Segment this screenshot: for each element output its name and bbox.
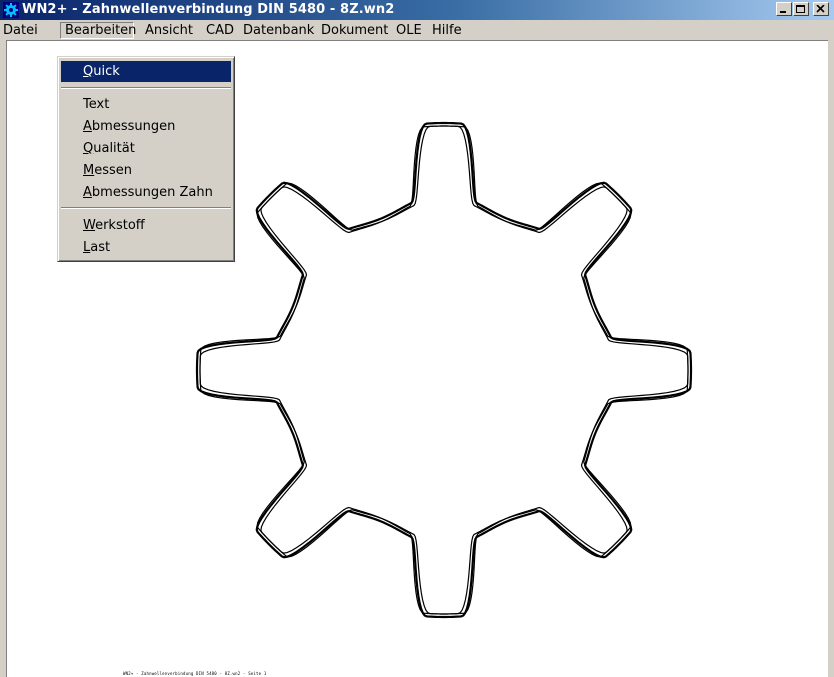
menu-bearbeiten[interactable]: Bearbeiten [60,22,136,39]
mnemonic: W [83,218,96,233]
maximize-icon [796,5,805,13]
menu-item-text[interactable]: Text [61,94,231,115]
menu-datenbank[interactable]: Datenbank [241,22,316,39]
label: essen [94,163,132,178]
menu-item-werkstoff[interactable]: Werkstoff [61,215,231,236]
mnemonic: A [83,185,92,200]
menu-ansicht[interactable]: Ansicht [143,22,195,39]
mnemonic: M [83,163,95,178]
label: bmessungen [91,119,176,134]
label: ast [90,240,111,255]
menu-cad[interactable]: CAD [204,22,236,39]
menu-hilfe[interactable]: Hilfe [430,22,464,39]
label: ualität [93,141,135,156]
gear-tolerance-line [199,125,689,615]
menu-item-quick[interactable]: Quick [61,61,231,82]
menu-separator [61,87,231,89]
maximize-button[interactable] [793,2,809,16]
mnemonic: Q [83,141,94,156]
mnemonic: Q [83,64,94,79]
menu-item-abmessungen[interactable]: Abmessungen [61,116,231,137]
minimize-button[interactable] [776,2,792,16]
minimize-icon [780,11,786,13]
menu-item-abmessungen-zahn[interactable]: Abmessungen Zahn [61,182,231,203]
label: Text [83,97,110,112]
menu-dokument[interactable]: Dokument [319,22,390,39]
menu-item-messen[interactable]: Messen [61,160,231,181]
menu-separator [61,207,231,209]
window-title: WN2+ - Zahnwellenverbindung DIN 5480 - 8… [22,2,395,17]
footer-caption: WN2+ - Zahnwellenverbindung DIN 5480 - 8… [123,671,267,676]
menu-datei[interactable]: Datei [1,22,40,39]
label: erkstoff [95,218,145,233]
close-button[interactable] [813,2,829,16]
gear-app-icon[interactable] [3,2,19,18]
label: uick [93,64,120,79]
menu-bar: Datei Bearbeiten Ansicht CAD Datenbank D… [0,20,834,40]
title-bar[interactable]: WN2+ - Zahnwellenverbindung DIN 5480 - 8… [0,0,834,20]
menu-ole[interactable]: OLE [394,22,424,39]
gear-tolerance-line [199,125,689,615]
gear-profile [195,121,693,619]
menu-item-qualitaet[interactable]: Qualität [61,138,231,159]
bearbeiten-dropdown-menu: Quick Text Abmessungen Qualität Messen A… [57,56,235,262]
application-window: WN2+ - Zahnwellenverbindung DIN 5480 - 8… [0,0,834,677]
close-icon [816,5,825,13]
menu-item-last[interactable]: Last [61,237,231,258]
label: bmessungen Zahn [91,185,213,200]
mnemonic: A [83,119,92,134]
